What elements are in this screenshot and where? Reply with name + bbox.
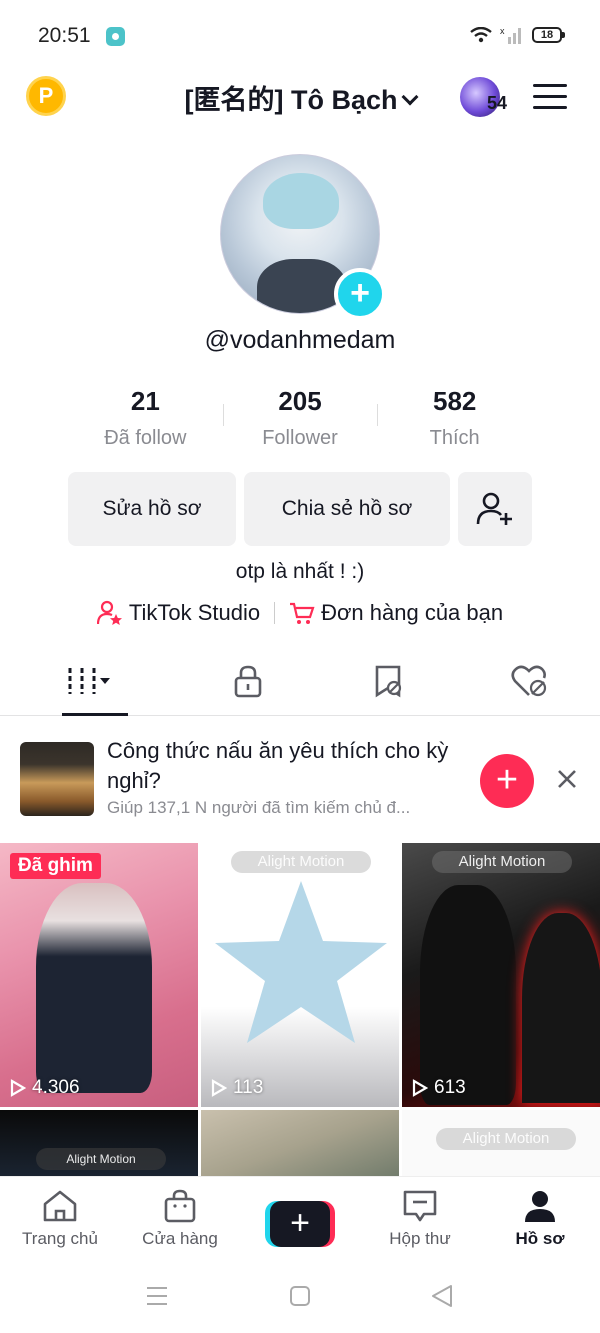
play-icon [211, 1079, 227, 1097]
nav-inbox[interactable]: Hộp thư [360, 1177, 480, 1266]
profile-actions: Sửa hồ sơ Chia sẻ hồ sơ [68, 472, 532, 546]
pinned-badge: Đã ghim [10, 853, 101, 879]
nav-label: Cửa hàng [142, 1229, 218, 1248]
status-icons: x 18 [470, 26, 565, 44]
star-image [215, 881, 387, 1043]
stat-value: 205 [278, 386, 322, 416]
tab-saved[interactable] [319, 658, 460, 715]
nav-create[interactable]: + [240, 1177, 360, 1266]
stat-value: 21 [130, 386, 160, 416]
nav-shop[interactable]: Cửa hàng [120, 1177, 240, 1266]
studio-icon [96, 600, 122, 625]
profile-stats: 21 Đã follow 205 Follower 582 Thích [68, 386, 532, 450]
add-story-button[interactable]: + [334, 268, 386, 320]
cart-icon [290, 602, 315, 624]
add-user-icon [476, 492, 512, 525]
system-navigation [0, 1266, 600, 1333]
tiktok-studio-label: TikTok Studio [128, 600, 261, 625]
watermark: Alight Motion [432, 851, 572, 873]
nav-profile[interactable]: Hồ sơ [480, 1177, 600, 1266]
view-count-value: 4.306 [32, 1077, 80, 1098]
play-icon [412, 1079, 428, 1097]
view-count: 4.306 [10, 1077, 80, 1099]
menu-icon[interactable] [533, 84, 567, 110]
edit-profile-button[interactable]: Sửa hồ sơ [68, 472, 236, 546]
shop-icon [164, 1189, 196, 1223]
battery-icon: 18 [532, 27, 565, 43]
video-grid: Đã ghim 4.306 Alight Motion 113 Alight M… [0, 843, 600, 1180]
stat-label: Follower [262, 427, 338, 449]
stat-likes[interactable]: 582 Thích [377, 386, 532, 450]
lock-icon [235, 665, 262, 698]
bookmark-hidden-icon [375, 665, 402, 698]
bottom-navigation: Trang chủ Cửa hàng + Hộp thư Hồ sơ [0, 1176, 600, 1266]
back-icon[interactable] [430, 1284, 454, 1308]
username: @vodanhmedam [204, 326, 396, 354]
watermark: Alight Motion [436, 1128, 576, 1150]
account-switcher[interactable]: [匿名的] Tô Bạch [0, 78, 600, 117]
app-notification-icon [106, 27, 125, 46]
view-count-value: 113 [233, 1077, 264, 1098]
story-count: 54 [487, 93, 508, 113]
stat-value: 582 [432, 386, 477, 416]
video-thumbnail[interactable]: Alight Motion [402, 1110, 600, 1180]
chevron-down-icon [401, 88, 418, 106]
home-button-icon[interactable] [289, 1284, 311, 1308]
video-thumbnail[interactable]: Alight Motion 613 [402, 843, 600, 1107]
close-icon[interactable] [554, 766, 580, 792]
svg-text:x: x [500, 26, 505, 36]
heart-hidden-icon [511, 665, 546, 697]
play-icon [10, 1079, 26, 1097]
tiktok-studio-link[interactable]: TikTok Studio [96, 600, 261, 626]
profile-links: TikTok Studio Đơn hàng của bạn [0, 600, 600, 626]
stat-followers[interactable]: 205 Follower [222, 386, 378, 450]
search-suggestion-card[interactable]: Công thức nấu ăn yêu thích cho kỳ nghỉ? … [0, 732, 600, 828]
profile-icon [525, 1191, 555, 1222]
share-profile-button[interactable]: Chia sẻ hồ sơ [244, 472, 450, 546]
recents-icon[interactable] [146, 1284, 168, 1308]
tab-liked[interactable] [459, 658, 600, 715]
stat-following[interactable]: 21 Đã follow [68, 386, 223, 450]
tab-private[interactable] [178, 658, 319, 715]
signal-icon: x [500, 26, 521, 44]
orders-link[interactable]: Đơn hàng của bạn [289, 600, 503, 626]
tab-videos[interactable] [0, 658, 178, 716]
account-name: [匿名的] Tô Bạch [184, 85, 398, 115]
suggestion-title: Công thức nấu ăn yêu thích cho kỳ nghỉ? [107, 738, 449, 793]
watermark: Alight Motion [36, 1148, 166, 1170]
create-icon: + [265, 1201, 335, 1247]
video-thumbnail[interactable]: Đã ghim 4.306 [0, 843, 198, 1107]
nav-label: Hồ sơ [515, 1229, 565, 1248]
watermark: Alight Motion [231, 851, 371, 873]
videos-grid-icon [68, 668, 111, 694]
view-count-value: 613 [434, 1077, 466, 1098]
stat-label: Đã follow [104, 427, 187, 449]
orders-label: Đơn hàng của bạn [321, 600, 504, 625]
status-time: 20:51 [38, 24, 91, 47]
nav-label: Trang chủ [22, 1229, 98, 1248]
view-count: 613 [412, 1077, 466, 1099]
inbox-icon [403, 1190, 437, 1222]
stat-label: Thích [429, 427, 480, 449]
home-icon [43, 1190, 77, 1222]
view-count: 113 [211, 1077, 263, 1099]
video-thumbnail[interactable]: Alight Motion [0, 1110, 198, 1180]
nav-home[interactable]: Trang chủ [0, 1177, 120, 1266]
suggestion-thumbnail [20, 742, 94, 816]
status-bar: 20:51 x 18 [0, 0, 600, 72]
add-friend-button[interactable] [458, 472, 532, 546]
suggestion-subtitle: Giúp 137,1 N người đã tìm kiếm chủ đ... [107, 798, 411, 817]
wifi-icon [470, 27, 492, 43]
video-thumbnail[interactable]: Alight Motion 113 [201, 843, 399, 1107]
link-divider [274, 602, 276, 624]
video-thumbnail[interactable] [201, 1110, 399, 1180]
profile-bio: otp là nhất ! :) [235, 560, 365, 583]
content-tabs [0, 658, 600, 716]
nav-label: Hộp thư [389, 1229, 451, 1248]
create-suggestion-button[interactable]: + [480, 754, 534, 808]
